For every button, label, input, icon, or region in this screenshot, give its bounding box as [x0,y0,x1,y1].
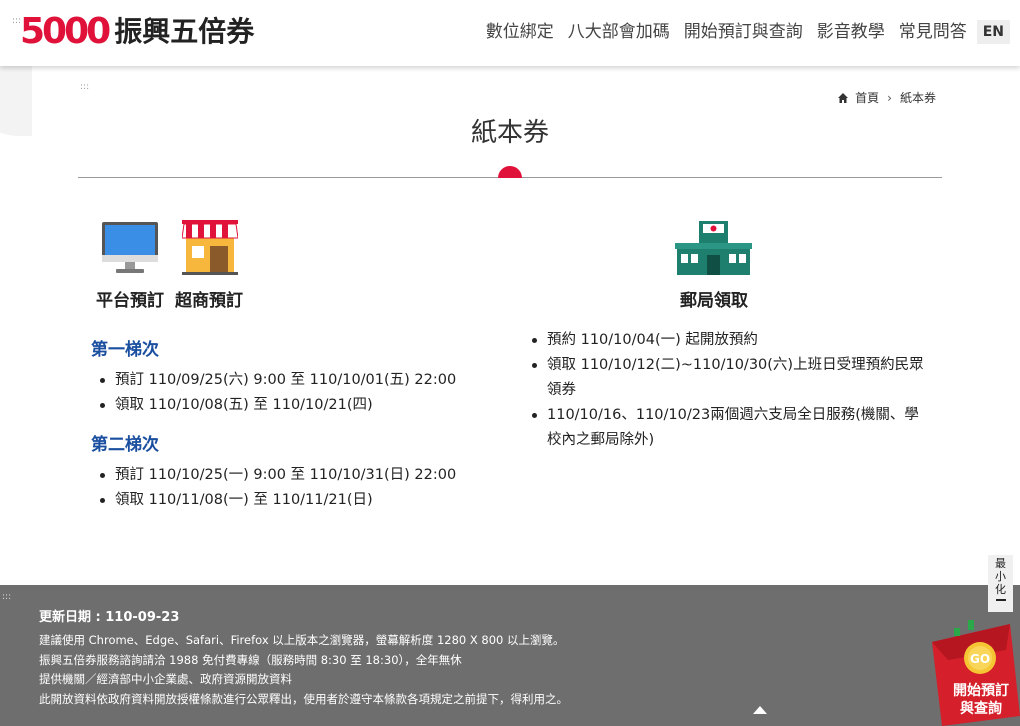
footer-line: 建議使用 Chrome、Edge、Safari、Firefox 以上版本之瀏覽器… [39,633,565,647]
update-date: 更新日期 : 110-09-23 [39,610,180,625]
post-office-list: 預約 110/10/04(一) 起開放預約 領取 110/10/12(二)~11… [525,328,930,453]
convenience-store-icon [182,220,238,275]
site-footer: ::: 更新日期 : 110-09-23 建議使用 Chrome、Edge、Sa… [0,585,1020,726]
main-nav: 數位綁定 八大部會加碼 開始預訂與查詢 影音教學 常見問答 EN [472,20,1010,44]
heading-store-booking: 超商預訂 [175,291,243,311]
nav-ministry-bonus[interactable]: 八大部會加碼 [568,20,670,44]
nav-video-tutorial[interactable]: 影音教學 [817,20,885,44]
back-to-top-icon[interactable] [753,706,767,714]
breadcrumb-home-link[interactable]: 首頁 [855,89,879,106]
list-item: 領取 110/10/08(五) 至 110/10/21(四) [93,393,513,418]
minimize-button[interactable]: 最小化 [988,555,1013,612]
list-item: 預訂 110/09/25(六) 9:00 至 110/10/01(五) 22:0… [93,368,513,393]
minus-icon [995,599,1006,601]
footer-line: 振興五倍券服務諮詢請洽 1988 免付費專線（服務時間 8:30 至 18:30… [39,652,462,667]
home-icon [838,92,849,103]
nav-digital-binding[interactable]: 數位綁定 [486,20,554,44]
list-item: 領取 110/10/12(二)~110/10/30(六)上班日受理預約民眾領券 [525,353,930,403]
list-item: 預訂 110/10/25(一) 9:00 至 110/10/31(日) 22:0… [93,463,513,488]
post-office-icon [675,221,752,275]
batch1-list: 預訂 110/09/25(六) 9:00 至 110/10/01(五) 22:0… [93,368,513,418]
batch2-list: 預訂 110/10/25(一) 9:00 至 110/10/31(日) 22:0… [93,463,513,513]
breadcrumb-separator: › [887,90,892,105]
site-logo[interactable]: 5000 振興五倍券 [20,12,254,52]
footer-info: 建議使用 Chrome、Edge、Safari、Firefox 以上版本之瀏覽器… [39,631,568,709]
minimize-label: 最小化 [995,557,1006,596]
breadcrumb: 首頁 › 紙本券 [837,89,936,106]
footer-line: 此開放資料依政府資料開放授權條款進行公眾釋出，使用者於遵守本條款各項規定之前提下… [39,691,568,706]
breadcrumb-current: 紙本券 [899,91,936,105]
skip-marker-footer[interactable]: ::: [2,593,11,602]
list-item: 110/10/16、110/10/23兩個週六支局全日服務(機關、學校內之郵局除… [525,403,930,453]
list-item: 預約 110/10/04(一) 起開放預約 [525,328,930,353]
logo-text: 振興五倍券 [114,15,255,48]
list-item: 領取 110/11/08(一) 至 110/11/21(日) [93,488,513,513]
computer-icon [102,222,158,273]
booking-promo-button[interactable]: GO 開始預訂與查詢 [918,620,1020,726]
heading-post-office: 郵局領取 [680,291,748,311]
batch2-title: 第二梯次 [91,435,159,455]
title-divider-dot [498,166,522,178]
skip-marker-content[interactable]: ::: [80,83,89,92]
logo-number: 5000 [20,11,111,52]
nav-booking-query[interactable]: 開始預訂與查詢 [684,20,803,44]
language-switch-button[interactable]: EN [976,20,1010,44]
page-title: 紙本券 [470,118,549,148]
site-header: ::: 5000 振興五倍券 數位綁定 八大部會加碼 開始預訂與查詢 影音教學 … [0,0,1020,66]
footer-line: 提供機關／經濟部中小企業處、政府資源開放資料 [39,672,292,686]
promo-label: 開始預訂與查詢 [953,683,1009,717]
batch1-title: 第一梯次 [91,340,159,360]
promo-badge: GO [970,652,990,666]
heading-platform-booking: 平台預訂 [96,291,164,311]
nav-faq[interactable]: 常見問答 [899,20,967,44]
